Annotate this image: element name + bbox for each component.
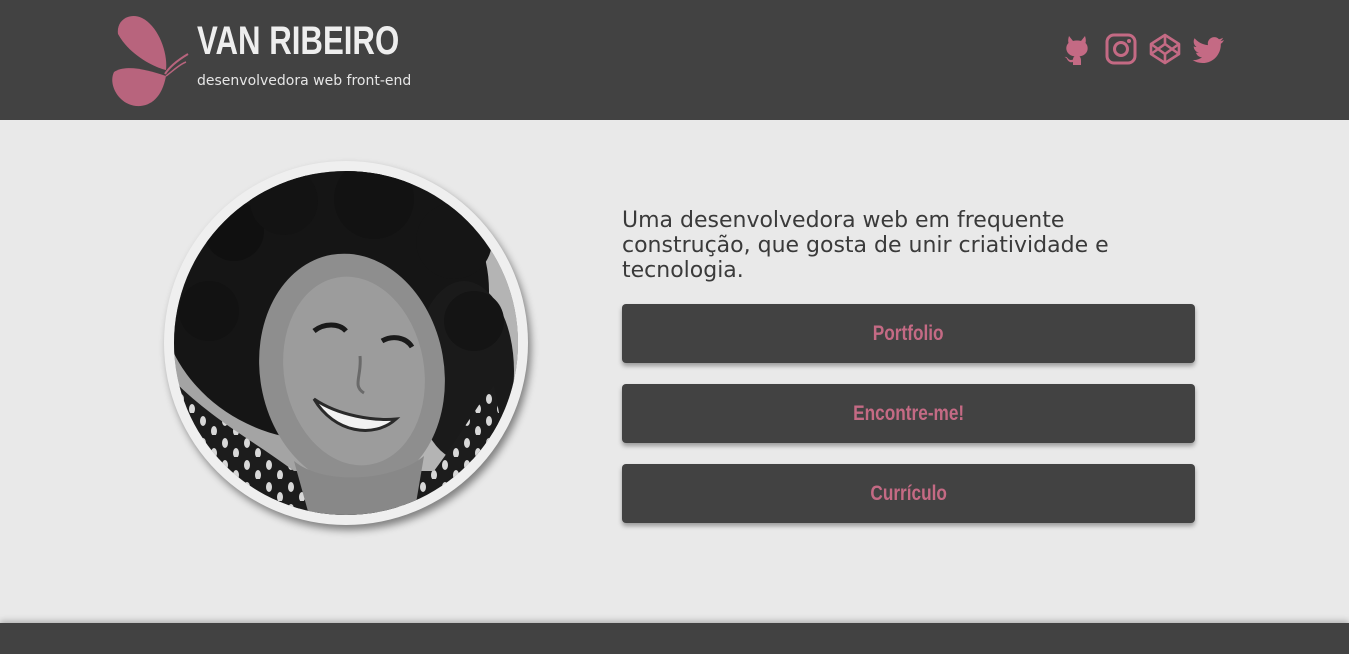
site-footer: [0, 623, 1349, 654]
butterfly-logo-icon[interactable]: [108, 12, 192, 108]
find-me-button[interactable]: Encontre-me!: [622, 384, 1195, 443]
codepen-icon[interactable]: [1148, 32, 1182, 66]
site-header: VAN RIBEIRO desenvolvedora web front-end: [0, 0, 1349, 120]
portfolio-button[interactable]: Portfolio: [622, 304, 1195, 363]
portfolio-button-label: Portfolio: [873, 322, 944, 345]
bio-text: Uma desenvolvedora web em frequente cons…: [622, 208, 1109, 283]
github-icon[interactable]: [1060, 32, 1094, 66]
find-me-button-label: Encontre-me!: [852, 402, 964, 425]
profile-photo-frame: [164, 161, 528, 525]
instagram-icon[interactable]: [1104, 32, 1138, 66]
resume-button[interactable]: Currículo: [622, 464, 1195, 523]
profile-photo-image: [174, 171, 518, 515]
brand-subtitle: desenvolvedora web front-end: [197, 73, 412, 89]
profile-photo: [174, 171, 518, 515]
resume-button-label: Currículo: [870, 482, 947, 505]
brand-name: VAN RIBEIRO: [197, 19, 400, 63]
twitter-icon[interactable]: [1192, 32, 1226, 66]
